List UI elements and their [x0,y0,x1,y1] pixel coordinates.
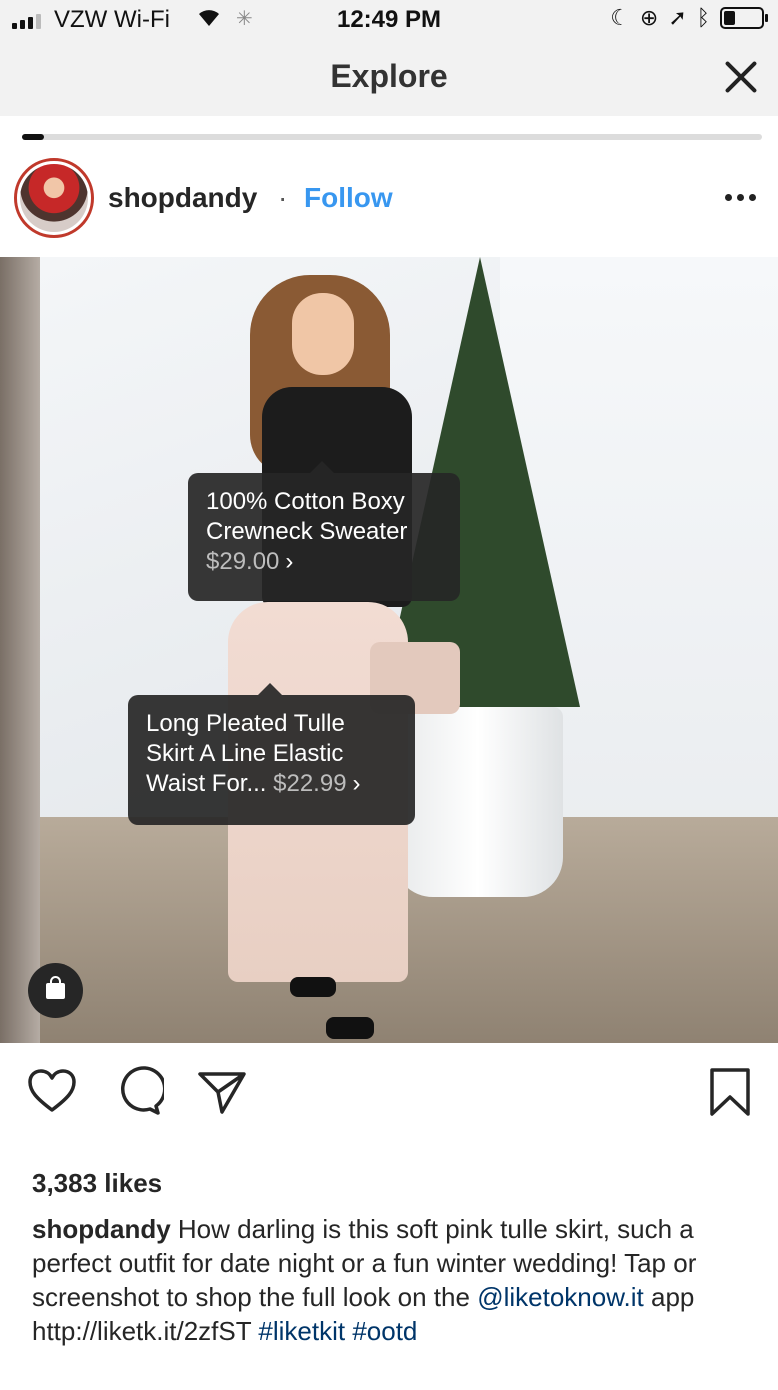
story-progress-track [22,134,762,140]
caption-hashtag-link[interactable]: #liketkit [258,1316,345,1346]
product-tag-price: $22.99 [273,770,347,797]
photo-shoe-right [326,1017,374,1039]
avatar-image [20,164,88,232]
product-tag-name: 100% Cotton Boxy [206,488,405,515]
post-sheet: shopdandy · Follow 100% Cotton Boxy Crew… [0,116,778,1390]
caption-hashtag-link[interactable]: #ootd [352,1316,417,1346]
product-tag-name: Waist For... [146,770,267,797]
share-button[interactable] [196,1066,248,1118]
avatar[interactable] [14,158,94,238]
shopping-bag-icon-body [46,983,65,999]
product-tag-skirt[interactable]: Long Pleated Tulle Skirt A Line Elastic … [128,683,415,825]
status-bar: VZW Wi-Fi ✳ 12:49 PM ☾ ⊕ ➚ ᛒ [0,0,778,40]
post-caption: shopdandy How darling is this soft pink … [32,1212,754,1348]
follow-button[interactable]: Follow [304,182,393,214]
product-tag-name: Skirt A Line Elastic [146,740,344,767]
photo-person-face [292,293,354,375]
page-title: Explore [330,58,448,94]
bookmark-icon [710,1068,750,1116]
post-photo[interactable]: 100% Cotton Boxy Crewneck Sweater $29.00… [0,257,778,1043]
moon-icon: ☾ [610,5,630,30]
dot-separator: · [278,182,288,213]
more-options-button[interactable] [725,194,756,201]
photo-left-edge [0,257,40,1043]
comment-button[interactable] [112,1066,167,1118]
shopping-bag-button[interactable] [28,963,83,1018]
photo-shoe-left [290,977,336,997]
explore-header: Explore [0,40,778,116]
post-username[interactable]: shopdandy [108,182,257,214]
product-tag-name: Crewneck Sweater [206,518,408,545]
more-dots-icon [725,194,732,201]
like-button[interactable] [26,1066,78,1118]
product-tag-price: $29.00 [206,548,280,575]
post-header: shopdandy · Follow [0,154,778,250]
close-button[interactable] [718,54,764,100]
status-icons: ☾ ⊕ ➚ ᛒ [610,5,768,31]
comment-icon [121,1066,167,1115]
heart-icon [28,1069,76,1112]
bluetooth-icon: ᛒ [696,5,710,30]
post-actions [0,1066,778,1126]
save-button[interactable] [704,1066,756,1118]
product-tag-name: Long Pleated Tulle [146,710,345,737]
photo-planter [393,707,563,897]
story-progress-fill [22,134,45,140]
product-tag-sweater[interactable]: 100% Cotton Boxy Crewneck Sweater $29.00… [188,461,460,601]
rotation-lock-icon: ⊕ [639,5,659,30]
chevron-right-icon: › [352,770,361,797]
paper-plane-icon [198,1072,246,1114]
battery-fill [724,11,735,25]
battery-icon [720,7,768,29]
caption-username[interactable]: shopdandy [32,1214,171,1244]
location-arrow-icon: ➚ [668,5,687,30]
chevron-right-icon: › [285,548,294,575]
likes-count[interactable]: 3,383 likes [32,1168,162,1199]
caption-mention-link[interactable]: @liketoknow.it [477,1282,644,1312]
